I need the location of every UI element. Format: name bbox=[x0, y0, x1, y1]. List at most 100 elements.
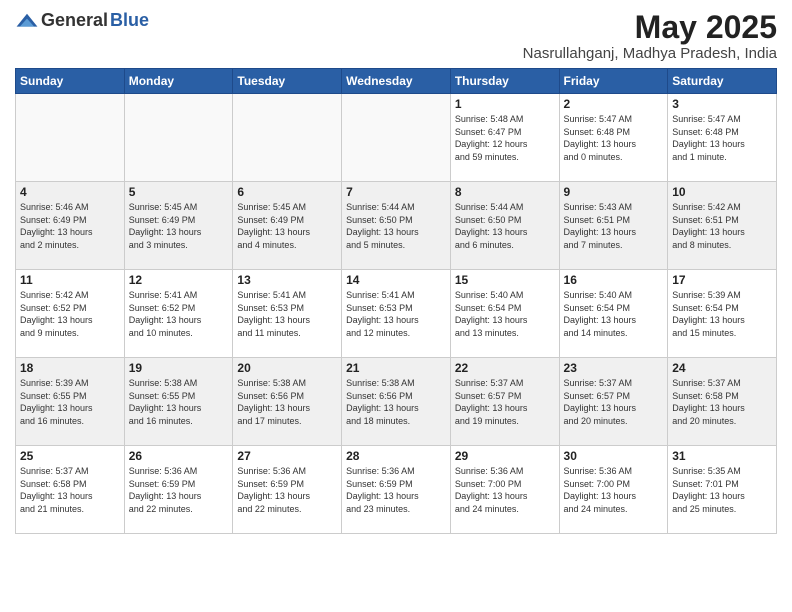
day-number: 3 bbox=[672, 97, 772, 111]
table-row bbox=[233, 94, 342, 182]
logo: General Blue bbox=[15, 10, 149, 31]
day-number: 20 bbox=[237, 361, 337, 375]
day-number: 30 bbox=[564, 449, 664, 463]
header-row: Sunday Monday Tuesday Wednesday Thursday… bbox=[16, 69, 777, 94]
table-row: 29 Sunrise: 5:36 AMSunset: 7:00 PMDayligh… bbox=[450, 446, 559, 534]
day-number: 16 bbox=[564, 273, 664, 287]
table-row: 31 Sunrise: 5:35 AMSunset: 7:01 PMDayligh… bbox=[668, 446, 777, 534]
table-row: 15 Sunrise: 5:40 AMSunset: 6:54 PMDayligh… bbox=[450, 270, 559, 358]
table-row: 9Sunrise: 5:43 AMSunset: 6:51 PMDaylight… bbox=[559, 182, 668, 270]
day-number: 18 bbox=[20, 361, 120, 375]
table-row: 7Sunrise: 5:44 AMSunset: 6:50 PMDaylight… bbox=[342, 182, 451, 270]
day-info: Sunrise: 5:47 AMSunset: 6:48 PMDaylight:… bbox=[672, 113, 772, 163]
col-saturday: Saturday bbox=[668, 69, 777, 94]
day-info: Sunrise: 5:38 AMSunset: 6:55 PMDaylight:… bbox=[129, 377, 229, 427]
day-number: 6 bbox=[237, 185, 337, 199]
day-info: Sunrise: 5:39 AMSunset: 6:55 PMDaylight:… bbox=[20, 377, 120, 427]
day-info: Sunrise: 5:41 AMSunset: 6:53 PMDaylight:… bbox=[237, 289, 337, 339]
day-info: Sunrise: 5:36 AMSunset: 6:59 PMDaylight:… bbox=[346, 465, 446, 515]
day-info: Sunrise: 5:39 AMSunset: 6:54 PMDaylight:… bbox=[672, 289, 772, 339]
month-title: May 2025 bbox=[523, 10, 777, 45]
table-row: 8 Sunrise: 5:44 AMSunset: 6:50 PMDaylight… bbox=[450, 182, 559, 270]
table-row: 1 Sunrise: 5:48 AMSunset: 6:47 PMDaylight… bbox=[450, 94, 559, 182]
col-sunday: Sunday bbox=[16, 69, 125, 94]
day-number: 4 bbox=[20, 185, 120, 199]
table-row: 26 Sunrise: 5:36 AMSunset: 6:59 PMDayligh… bbox=[124, 446, 233, 534]
table-row: 20 Sunrise: 5:38 AMSunset: 6:56 PMDayligh… bbox=[233, 358, 342, 446]
day-number: 17 bbox=[672, 273, 772, 287]
day-info: Sunrise: 5:44 AMSunset: 6:50 PMDaylight:… bbox=[455, 201, 555, 251]
table-row: 3 Sunrise: 5:47 AMSunset: 6:48 PMDaylight… bbox=[668, 94, 777, 182]
table-row: 6Sunrise: 5:45 AMSunset: 6:49 PMDaylight… bbox=[233, 182, 342, 270]
table-row: 24Sunrise: 5:37 AMSunset: 6:58 PMDayligh… bbox=[668, 358, 777, 446]
day-number: 23 bbox=[564, 361, 664, 375]
table-row: 18 Sunrise: 5:39 AMSunset: 6:55 PMDayligh… bbox=[16, 358, 125, 446]
table-row: 16 Sunrise: 5:40 AMSunset: 6:54 PMDayligh… bbox=[559, 270, 668, 358]
table-row: 17 Sunrise: 5:39 AMSunset: 6:54 PMDayligh… bbox=[668, 270, 777, 358]
calendar-week-2: 4 Sunrise: 5:46 AMSunset: 6:49 PMDaylight… bbox=[16, 182, 777, 270]
table-row: 23 Sunrise: 5:37 AMSunset: 6:57 PMDayligh… bbox=[559, 358, 668, 446]
day-number: 14 bbox=[346, 273, 446, 287]
table-row: 27Sunrise: 5:36 AMSunset: 6:59 PMDayligh… bbox=[233, 446, 342, 534]
day-info: Sunrise: 5:36 AMSunset: 6:59 PMDaylight:… bbox=[129, 465, 229, 515]
day-number: 24 bbox=[672, 361, 772, 375]
day-info: Sunrise: 5:46 AMSunset: 6:49 PMDaylight:… bbox=[20, 201, 120, 251]
day-info: Sunrise: 5:48 AMSunset: 6:47 PMDaylight:… bbox=[455, 113, 555, 163]
day-number: 31 bbox=[672, 449, 772, 463]
day-info: Sunrise: 5:47 AMSunset: 6:48 PMDaylight:… bbox=[564, 113, 664, 163]
logo-text: General Blue bbox=[15, 10, 149, 31]
table-row bbox=[124, 94, 233, 182]
day-info: Sunrise: 5:42 AMSunset: 6:51 PMDaylight:… bbox=[672, 201, 772, 251]
day-info: Sunrise: 5:37 AMSunset: 6:57 PMDaylight:… bbox=[564, 377, 664, 427]
day-number: 25 bbox=[20, 449, 120, 463]
day-number: 19 bbox=[129, 361, 229, 375]
day-info: Sunrise: 5:40 AMSunset: 6:54 PMDaylight:… bbox=[564, 289, 664, 339]
day-info: Sunrise: 5:40 AMSunset: 6:54 PMDaylight:… bbox=[455, 289, 555, 339]
day-number: 29 bbox=[455, 449, 555, 463]
day-number: 10 bbox=[672, 185, 772, 199]
col-monday: Monday bbox=[124, 69, 233, 94]
day-info: Sunrise: 5:43 AMSunset: 6:51 PMDaylight:… bbox=[564, 201, 664, 251]
table-row: 19 Sunrise: 5:38 AMSunset: 6:55 PMDayligh… bbox=[124, 358, 233, 446]
day-number: 12 bbox=[129, 273, 229, 287]
table-row: 22Sunrise: 5:37 AMSunset: 6:57 PMDayligh… bbox=[450, 358, 559, 446]
table-row: 30 Sunrise: 5:36 AMSunset: 7:00 PMDayligh… bbox=[559, 446, 668, 534]
day-info: Sunrise: 5:37 AMSunset: 6:58 PMDaylight:… bbox=[20, 465, 120, 515]
title-block: May 2025 Nasrullahganj, Madhya Pradesh, … bbox=[523, 10, 777, 62]
day-number: 13 bbox=[237, 273, 337, 287]
day-number: 11 bbox=[20, 273, 120, 287]
day-number: 22 bbox=[455, 361, 555, 375]
day-info: Sunrise: 5:36 AMSunset: 7:00 PMDaylight:… bbox=[455, 465, 555, 515]
day-number: 5 bbox=[129, 185, 229, 199]
table-row bbox=[16, 94, 125, 182]
day-info: Sunrise: 5:36 AMSunset: 6:59 PMDaylight:… bbox=[237, 465, 337, 515]
day-number: 7 bbox=[346, 185, 446, 199]
day-info: Sunrise: 5:36 AMSunset: 7:00 PMDaylight:… bbox=[564, 465, 664, 515]
day-info: Sunrise: 5:42 AMSunset: 6:52 PMDaylight:… bbox=[20, 289, 120, 339]
table-row: 12 Sunrise: 5:41 AMSunset: 6:52 PMDayligh… bbox=[124, 270, 233, 358]
day-info: Sunrise: 5:38 AMSunset: 6:56 PMDaylight:… bbox=[237, 377, 337, 427]
table-row: 4 Sunrise: 5:46 AMSunset: 6:49 PMDaylight… bbox=[16, 182, 125, 270]
logo-icon bbox=[15, 12, 39, 30]
calendar-week-5: 25 Sunrise: 5:37 AMSunset: 6:58 PMDayligh… bbox=[16, 446, 777, 534]
day-number: 15 bbox=[455, 273, 555, 287]
day-number: 21 bbox=[346, 361, 446, 375]
logo-general: General bbox=[41, 10, 108, 31]
day-info: Sunrise: 5:41 AMSunset: 6:52 PMDaylight:… bbox=[129, 289, 229, 339]
col-thursday: Thursday bbox=[450, 69, 559, 94]
page: General Blue May 2025 Nasrullahganj, Mad… bbox=[0, 0, 792, 612]
table-row: 14Sunrise: 5:41 AMSunset: 6:53 PMDayligh… bbox=[342, 270, 451, 358]
day-number: 26 bbox=[129, 449, 229, 463]
calendar-week-3: 11 Sunrise: 5:42 AMSunset: 6:52 PMDayligh… bbox=[16, 270, 777, 358]
table-row: 5 Sunrise: 5:45 AMSunset: 6:49 PMDaylight… bbox=[124, 182, 233, 270]
table-row: 13 Sunrise: 5:41 AMSunset: 6:53 PMDayligh… bbox=[233, 270, 342, 358]
table-row: 25 Sunrise: 5:37 AMSunset: 6:58 PMDayligh… bbox=[16, 446, 125, 534]
day-info: Sunrise: 5:45 AMSunset: 6:49 PMDaylight:… bbox=[129, 201, 229, 251]
day-number: 28 bbox=[346, 449, 446, 463]
day-info: Sunrise: 5:35 AMSunset: 7:01 PMDaylight:… bbox=[672, 465, 772, 515]
day-number: 2 bbox=[564, 97, 664, 111]
col-friday: Friday bbox=[559, 69, 668, 94]
day-number: 8 bbox=[455, 185, 555, 199]
table-row: 21Sunrise: 5:38 AMSunset: 6:56 PMDayligh… bbox=[342, 358, 451, 446]
day-number: 1 bbox=[455, 97, 555, 111]
